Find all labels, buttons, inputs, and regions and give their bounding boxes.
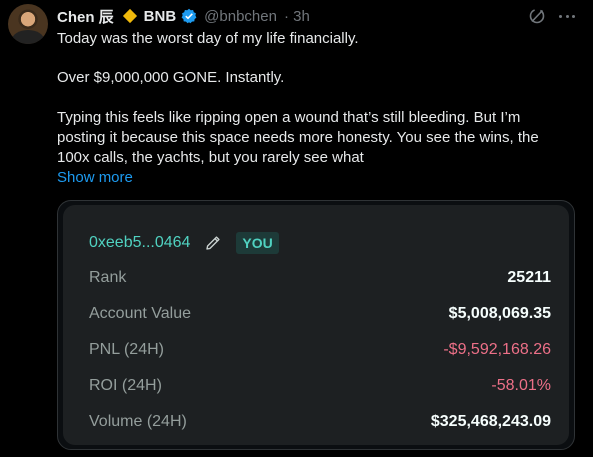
more-icon[interactable] [557, 7, 577, 25]
stat-row-volume: Volume (24H) $325,468,243.09 [89, 411, 551, 433]
pencil-icon [204, 234, 222, 252]
stat-label: Volume (24H) [89, 413, 187, 430]
media-card[interactable]: 0xeeb5...0464 YOU Rank 25211 Account Val… [57, 200, 575, 450]
tweet-text-line: Over $9,000,000 GONE. Instantly. [57, 69, 285, 86]
stat-value: -$9,592,168.26 [443, 341, 551, 358]
stat-value: 25211 [507, 269, 551, 286]
stat-value: $5,008,069.35 [448, 305, 551, 322]
author-handle[interactable]: @bnbchen [204, 8, 277, 25]
avatar[interactable] [8, 4, 48, 44]
tweet-text-line: Today was the worst day of my life finan… [57, 30, 359, 47]
author-affiliation[interactable]: BNB [144, 8, 177, 25]
tweet-text-line: posting it because this space needs more… [57, 129, 539, 146]
tweet-text-line: Typing this feels like ripping open a wo… [57, 109, 521, 126]
verified-badge-icon[interactable] [181, 8, 197, 24]
show-more-link[interactable]: Show more [57, 168, 133, 188]
you-badge: YOU [236, 232, 279, 254]
tweet-header: Chen 辰 BNB @bnbchen · 3h [57, 6, 310, 26]
author-display-name[interactable]: Chen 辰 [57, 6, 114, 27]
stat-row-account-value: Account Value $5,008,069.35 [89, 303, 551, 325]
stat-row-roi: ROI (24H) -58.01% [89, 375, 551, 397]
stat-value: $325,468,243.09 [430, 413, 551, 430]
account-stats-panel: 0xeeb5...0464 YOU Rank 25211 Account Val… [63, 205, 569, 445]
stat-label: PNL (24H) [89, 341, 164, 358]
stat-row-pnl: PNL (24H) -$9,592,168.26 [89, 339, 551, 361]
address-row: 0xeeb5...0464 YOU [89, 232, 279, 254]
stat-value: -58.01% [491, 377, 551, 394]
grok-icon[interactable] [528, 7, 546, 25]
stat-label: Account Value [89, 305, 191, 322]
stat-label: ROI (24H) [89, 377, 162, 394]
wallet-address: 0xeeb5...0464 [89, 234, 191, 251]
bnb-diamond-icon [122, 8, 137, 24]
tweet-text-line: 100x calls, the yachts, but you rarely s… [57, 149, 364, 166]
tweet-time[interactable]: · 3h [284, 8, 310, 25]
stat-row-rank: Rank 25211 [89, 267, 551, 289]
stat-label: Rank [89, 269, 127, 286]
